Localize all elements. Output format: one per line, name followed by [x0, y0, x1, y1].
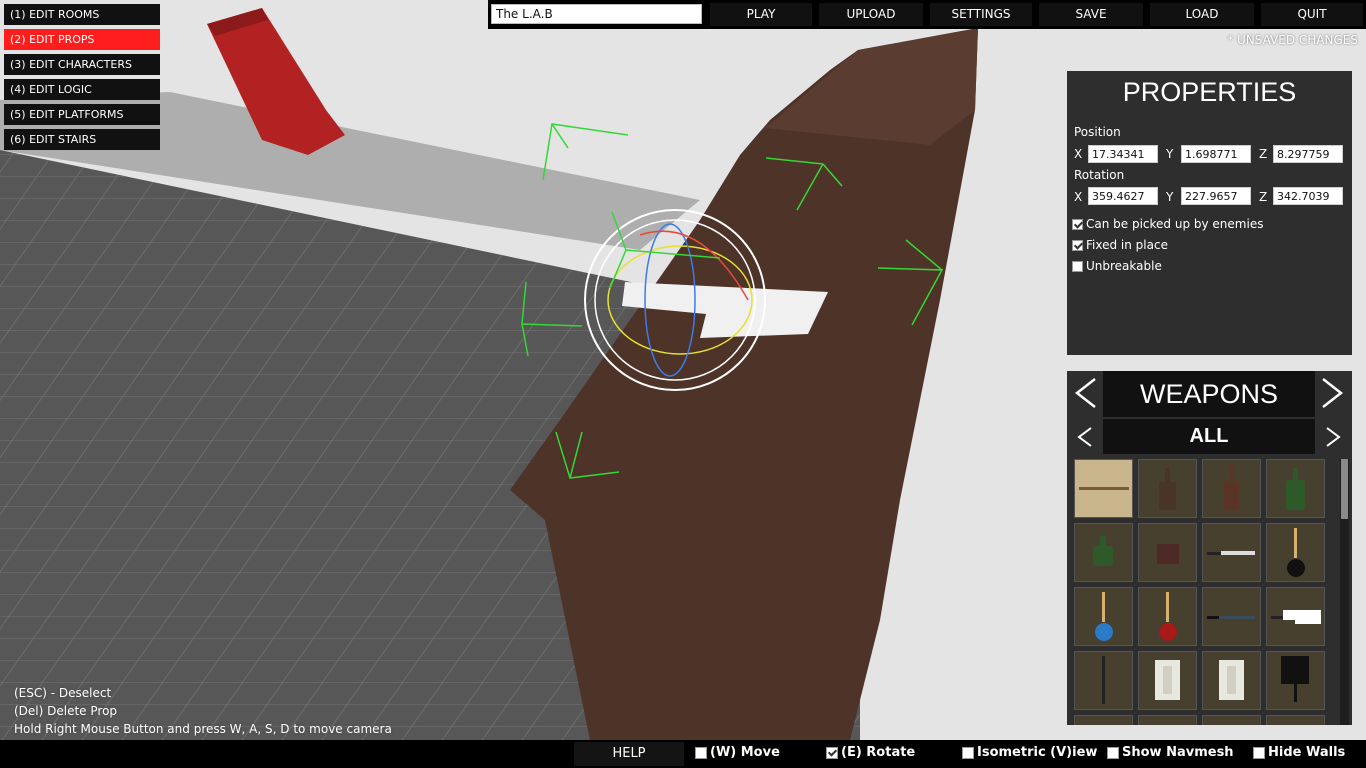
help-button[interactable]: HELP	[574, 742, 684, 766]
level-name-input[interactable]	[491, 4, 702, 24]
weapon-slot-bottle[interactable]	[1138, 459, 1197, 518]
weapon-slot-pan[interactable]	[1266, 523, 1325, 582]
weapon-slot-bottle-brown[interactable]	[1202, 459, 1261, 518]
rotation-z-label: Z	[1259, 190, 1268, 204]
move-toggle[interactable]: (W) Move	[695, 745, 780, 760]
weapon-slot-door-panel-2[interactable]	[1202, 651, 1261, 710]
save-button[interactable]: SAVE	[1039, 3, 1143, 26]
weapon-slot-sword[interactable]	[1202, 587, 1261, 646]
weapon-slot[interactable]	[1138, 715, 1197, 725]
chevron-left-icon	[1074, 378, 1096, 408]
rotation-label: Rotation	[1074, 168, 1125, 182]
position-z-field[interactable]: 8.297759	[1273, 145, 1343, 163]
rotate-toggle[interactable]: (E) Rotate	[826, 745, 915, 760]
checkbox[interactable]	[1072, 218, 1083, 230]
unsaved-changes-label: * UNSAVED CHANGES	[1227, 33, 1358, 47]
edit-logic-button[interactable]: (4) EDIT LOGIC	[4, 79, 160, 100]
hint-camera: Hold Right Mouse Button and press W, A, …	[14, 722, 392, 736]
show-navmesh-toggle[interactable]: Show Navmesh	[1107, 745, 1234, 760]
rotation-y-field[interactable]: 227.9657	[1181, 187, 1251, 205]
checkbox[interactable]	[1107, 746, 1119, 759]
checkbox[interactable]	[695, 746, 707, 759]
settings-button[interactable]: SETTINGS	[930, 3, 1032, 26]
subcategory-title: ALL	[1103, 419, 1315, 454]
weapon-slot[interactable]	[1266, 715, 1325, 725]
weapon-scrollbar[interactable]	[1340, 459, 1349, 725]
rotation-z-field[interactable]: 342.7039	[1273, 187, 1343, 205]
properties-panel: PROPERTIES Position X 17.34341 Y 1.69877…	[1067, 71, 1352, 355]
weapon-slot[interactable]	[1202, 715, 1261, 725]
position-y-field[interactable]: 1.698771	[1181, 145, 1251, 163]
checkbox[interactable]	[826, 746, 838, 759]
edit-platforms-button[interactable]: (5) EDIT PLATFORMS	[4, 104, 160, 125]
checkbox[interactable]	[1072, 260, 1083, 272]
position-x-field[interactable]: 17.34341	[1088, 145, 1158, 163]
rotation-y-label: Y	[1166, 190, 1174, 204]
category-next-button[interactable]	[1317, 373, 1347, 413]
position-y-label: Y	[1166, 147, 1174, 161]
weapon-slot-cleaver[interactable]	[1266, 587, 1325, 646]
top-bar: PLAY UPLOAD SETTINGS SAVE LOAD QUIT	[488, 0, 1366, 29]
bottom-bar: HELP (W) Move (E) Rotate Isometric (V)ie…	[0, 740, 1366, 768]
rotation-x-label: X	[1074, 190, 1083, 204]
upload-button[interactable]: UPLOAD	[819, 3, 923, 26]
category-title: WEAPONS	[1103, 371, 1315, 417]
properties-title: PROPERTIES	[1122, 77, 1297, 107]
checkbox[interactable]	[1072, 239, 1083, 251]
weapon-slot-guitar-blue[interactable]	[1074, 587, 1133, 646]
chevron-left-icon	[1077, 427, 1092, 447]
hint-delete: (Del) Delete Prop	[14, 704, 118, 718]
weapon-slot-box[interactable]	[1138, 523, 1197, 582]
position-z-label: Z	[1259, 147, 1268, 161]
weapon-slot-bat[interactable]	[1074, 651, 1133, 710]
option-fixed-in-place[interactable]: Fixed in place	[1072, 238, 1168, 252]
weapon-slot-door-panel[interactable]	[1138, 651, 1197, 710]
mode-menu: (1) EDIT ROOMS (2) EDIT PROPS (3) EDIT C…	[4, 4, 160, 154]
load-button[interactable]: LOAD	[1150, 3, 1254, 26]
weapon-slot[interactable]	[1074, 715, 1133, 725]
weapon-slot-knife[interactable]	[1202, 523, 1261, 582]
option-pickup-by-enemies[interactable]: Can be picked up by enemies	[1072, 217, 1263, 231]
edit-characters-button[interactable]: (3) EDIT CHARACTERS	[4, 54, 160, 75]
category-prev-button[interactable]	[1071, 373, 1101, 413]
rotation-x-field[interactable]: 359.4627	[1088, 187, 1158, 205]
chevron-right-icon	[1322, 378, 1344, 408]
hide-walls-toggle[interactable]: Hide Walls	[1253, 745, 1345, 760]
edit-stairs-button[interactable]: (6) EDIT STAIRS	[4, 129, 160, 150]
scrollbar-thumb[interactable]	[1341, 459, 1348, 519]
weapon-slot-sign[interactable]	[1266, 651, 1325, 710]
position-x-label: X	[1074, 147, 1083, 161]
subcategory-prev-button[interactable]	[1071, 423, 1101, 451]
subcategory-next-button[interactable]	[1317, 423, 1347, 451]
chevron-right-icon	[1326, 427, 1341, 447]
edit-props-button[interactable]: (2) EDIT PROPS	[4, 29, 160, 50]
weapon-slot-board[interactable]	[1074, 459, 1133, 518]
hint-deselect: (ESC) - Deselect	[14, 686, 112, 700]
edit-rooms-button[interactable]: (1) EDIT ROOMS	[4, 4, 160, 25]
weapon-slot-grenade[interactable]	[1074, 523, 1133, 582]
checkbox[interactable]	[962, 746, 974, 759]
play-button[interactable]: PLAY	[710, 3, 812, 26]
weapon-slot-bottle-green[interactable]	[1266, 459, 1325, 518]
checkbox[interactable]	[1253, 746, 1265, 759]
option-unbreakable[interactable]: Unbreakable	[1072, 259, 1162, 273]
weapons-panel: WEAPONS ALL	[1067, 371, 1352, 725]
quit-button[interactable]: QUIT	[1261, 3, 1363, 26]
keyboard-hints: (ESC) - Deselect (Del) Delete Prop Hold …	[14, 684, 392, 738]
weapon-slot-guitar-red[interactable]	[1138, 587, 1197, 646]
position-label: Position	[1074, 125, 1121, 139]
isometric-view-toggle[interactable]: Isometric (V)iew	[962, 745, 1097, 760]
